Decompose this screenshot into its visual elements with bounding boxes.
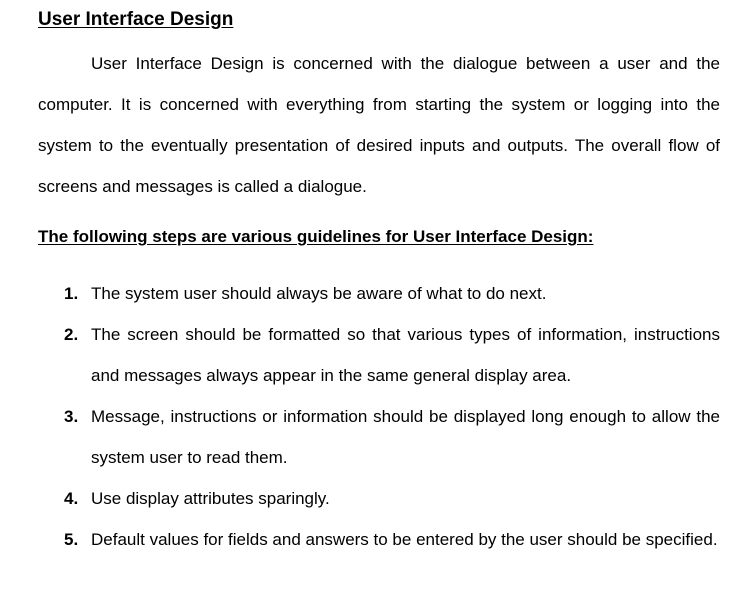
guideline-item: 2. The screen should be formatted so tha… [0,314,720,396]
guideline-item: 5. Default values for fields and answers… [0,519,720,560]
document-page: User Interface Design User Interface Des… [0,0,752,596]
guideline-number: 4. [64,489,79,508]
guideline-text: The screen should be formatted so that v… [91,325,720,385]
guideline-number: 3. [64,407,79,426]
guideline-item: 4. Use display attributes sparingly. [0,478,720,519]
intro-paragraph: User Interface Design is concerned with … [38,54,720,196]
guideline-text: Message, instructions or information sho… [91,407,720,467]
guideline-item: 1. The system user should always be awar… [0,273,720,314]
guidelines-heading: The following steps are various guidelin… [38,227,594,246]
guideline-number: 2. [64,325,79,344]
guidelines-list: 1. The system user should always be awar… [0,273,752,560]
document-title: User Interface Design [38,9,234,30]
guideline-number: 5. [64,530,79,549]
guideline-text: Default values for fields and answers to… [91,530,718,549]
guideline-number: 1. [64,284,79,303]
guideline-text: The system user should always be aware o… [91,284,547,303]
guideline-text: Use display attributes sparingly. [91,489,330,508]
guideline-item: 3. Message, instructions or information … [0,396,720,478]
